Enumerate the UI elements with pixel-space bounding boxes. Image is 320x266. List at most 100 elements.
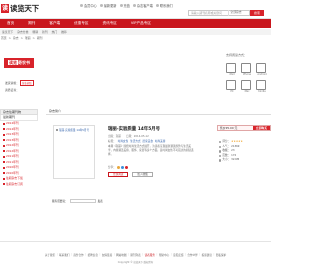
footer-link[interactable]: 帮助中心: [159, 253, 169, 257]
buy-button[interactable]: 立即购买: [252, 126, 270, 130]
footer-link[interactable]: 期刊列表: [130, 253, 140, 257]
store-certificate: 资质证书：: [5, 88, 19, 92]
store-badge[interactable]: 读览奇农书: [4, 58, 34, 68]
tag-link[interactable]: 时尚女性: [118, 139, 128, 143]
breadcrumb-item[interactable]: 瑞丽: [25, 36, 31, 41]
device-ipad[interactable]: iPad: [226, 63, 238, 76]
bullet-icon: [3, 128, 5, 131]
product-description: 本期《瑞丽》围绕时尚生活方式展开，为读者呈现最新潮流趋势与生活美学，内容涵盖美容…: [108, 145, 194, 156]
nav-news[interactable]: 资讯专区: [96, 19, 124, 28]
device-iphone[interactable]: iPhone: [241, 63, 253, 76]
nav-home[interactable]: 首页: [0, 19, 21, 28]
fire-icon: [219, 145, 222, 149]
breadcrumb-item[interactable]: 首页: [1, 36, 7, 41]
sina-weibo-icon[interactable]: [124, 165, 128, 169]
sidebar: 杂志往期刊物 最新期刊 2014年刊 2014年刊 2013年刊 2013年刊 …: [0, 109, 38, 187]
file-icon: [219, 159, 222, 162]
store-header: 读览奇农书 发货资格： 营业执照 资质证书： 支持阅读方式： iPad iPho…: [0, 42, 271, 100]
toplink-recharge[interactable]: 充值: [119, 3, 130, 8]
tencent-weibo-icon[interactable]: [120, 165, 124, 169]
toplink-client[interactable]: 杂志客户端: [132, 3, 153, 8]
footer-link[interactable]: 意见反馈: [173, 253, 183, 257]
bullet-icon: [3, 177, 5, 180]
subnav-item[interactable]: 杂志分类: [15, 30, 30, 34]
site-logo[interactable]: 读 读览天下: [1, 3, 39, 14]
top-links: 会员中心 最新更新 充值 杂志客户端 联系我们: [80, 3, 173, 8]
footer-link[interactable]: 投诉建议: [202, 253, 212, 257]
footer: 关于我们 | 联系我们 | 商务合作 | 招聘信息 | 友情链接 | 网站地图 | 期刊列表…: [0, 241, 271, 266]
footer-link[interactable]: 隐私保护: [216, 253, 226, 257]
subnav-item[interactable]: 推荐: [59, 30, 69, 34]
tag-link[interactable]: 生活方式: [130, 139, 140, 143]
bullet-icon: [3, 144, 5, 147]
nav-vip[interactable]: VIP产品专区: [124, 19, 158, 28]
qzone-icon[interactable]: [116, 165, 120, 169]
search-scope-select[interactable]: 全部杂志: [228, 10, 243, 16]
toplink-contact[interactable]: 联系我们: [155, 3, 173, 8]
price-label: 售价¥5.00 元: [220, 126, 238, 130]
footer-link[interactable]: 招聘信息: [88, 253, 98, 257]
device-mac[interactable]: Mac: [241, 80, 253, 93]
product-tags: 标签： 时尚女性 生活方式 居家美食 时尚美容: [108, 139, 166, 143]
footer-link[interactable]: 友情链接: [102, 253, 112, 257]
bullet-icon: [3, 172, 5, 175]
product-cover[interactable]: 瑞丽-实验质量 14年5月号: [53, 125, 95, 179]
bullet-icon: [3, 150, 5, 153]
toplink-member[interactable]: 会员中心: [80, 3, 97, 8]
device-android[interactable]: Android: [256, 63, 268, 76]
nav-magazines[interactable]: 期刊: [21, 19, 42, 28]
logo-text: 读览天下: [10, 4, 39, 13]
footer-link[interactable]: 商务合作: [73, 253, 83, 257]
monitor-icon: [226, 80, 236, 90]
android-icon: [256, 63, 266, 73]
toplink-updates[interactable]: 最新更新: [99, 3, 117, 8]
bullet-icon: [3, 139, 5, 142]
logo-mark: 读: [1, 4, 9, 13]
review-submit[interactable]: 发表: [98, 199, 103, 203]
refresh-icon: [99, 4, 103, 7]
bullet-icon: [3, 155, 5, 158]
bullet-icon: [3, 183, 5, 186]
phone-icon: [132, 4, 136, 7]
subnav-item[interactable]: 热门: [50, 30, 60, 34]
main-nav: 首页 期刊 客户端 优惠专区 资讯专区 VIP产品专区: [0, 19, 271, 28]
review-row: 我有话要说： 发表: [52, 197, 271, 205]
breadcrumb: 首页 > 杂志 > 瑞丽 > 期刊: [1, 36, 43, 41]
footer-link[interactable]: 联系我们: [59, 253, 69, 257]
device-kindle[interactable]: Kindle: [256, 80, 268, 93]
broken-image-icon: [56, 129, 58, 131]
review-input[interactable]: [69, 199, 96, 203]
footer-link[interactable]: 合作伙伴: [187, 253, 197, 257]
bullet-icon: [3, 161, 5, 164]
breadcrumb-item[interactable]: 杂志: [13, 36, 19, 41]
favorite-button[interactable]: 加入收藏: [132, 172, 153, 177]
nav-deals[interactable]: 优惠专区: [67, 19, 95, 28]
device-pc[interactable]: PC: [226, 80, 238, 93]
search-button[interactable]: 搜索: [250, 10, 264, 16]
subnav-item[interactable]: 新刊: [40, 30, 50, 34]
tablet-icon: [226, 63, 236, 73]
phone-icon: [241, 63, 251, 73]
footer-link[interactable]: 关于我们: [45, 253, 55, 257]
footer-link-highlight[interactable]: 读者服务: [145, 253, 155, 257]
stats-list: 评分： ★★★★★ 人气： 21369 收藏： 23 页数： 172 大小： 32.6M: [217, 140, 271, 163]
nav-client[interactable]: 客户端: [42, 19, 67, 28]
sidebar-item[interactable]: 往期杂志订阅: [0, 182, 38, 188]
main-content: 杂志简介 瑞丽-实验质量 14年5月号 瑞丽-实验质量 14年5月号 出版：瑞丽…: [46, 109, 271, 179]
tab-intro[interactable]: 杂志简介: [46, 109, 271, 115]
tag-link[interactable]: 时尚美容: [155, 139, 165, 143]
device-title: 支持阅读方式：: [226, 53, 248, 57]
bullet-icon: [3, 122, 5, 125]
sub-nav: 读览天下 杂志分类 畅销 新刊 热门 推荐: [0, 29, 271, 35]
review-label: 我有话要说：: [52, 200, 68, 203]
license-badge[interactable]: 营业执照: [20, 80, 34, 86]
device-grid: iPad iPhone Android PC Mac Kindle: [226, 63, 268, 93]
read-now-button[interactable]: 立即阅读: [108, 172, 129, 177]
product-meta: 出版：瑞丽 日期：2014-05-12: [108, 135, 149, 138]
tag-link[interactable]: 居家美食: [143, 139, 153, 143]
subnav-item[interactable]: 读览天下: [0, 30, 15, 34]
subnav-item[interactable]: 畅销: [30, 30, 40, 34]
footer-link[interactable]: 网站地图: [116, 253, 126, 257]
store-qualification: 发货资格： 营业执照: [5, 80, 34, 86]
coin-icon: [119, 4, 123, 7]
